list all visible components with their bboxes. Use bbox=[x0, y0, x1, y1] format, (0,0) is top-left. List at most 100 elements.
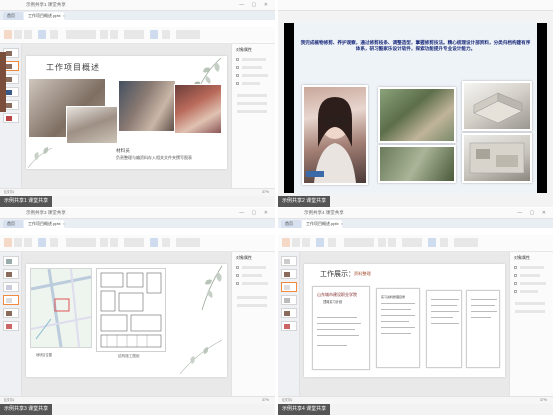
font-select[interactable] bbox=[66, 30, 96, 39]
checkbox[interactable] bbox=[514, 274, 517, 277]
slide-thumbnail[interactable] bbox=[3, 256, 19, 266]
zoom-level[interactable]: 37% bbox=[262, 190, 269, 194]
text-line bbox=[317, 317, 357, 318]
slide-thumbnail[interactable] bbox=[3, 269, 19, 279]
layout-icon[interactable] bbox=[50, 30, 58, 39]
status-bar: 幻灯片 37% bbox=[0, 188, 275, 196]
align-icon[interactable] bbox=[124, 238, 144, 247]
zoom-level[interactable]: 37% bbox=[262, 398, 269, 402]
italic-icon[interactable] bbox=[110, 238, 118, 247]
share-tile-2[interactable]: 我完成植物修剪、养护观察，通过修剪枝条、调整造型，掌握修剪技法。精心梳理设计部资… bbox=[278, 0, 553, 207]
new-slide-icon[interactable] bbox=[38, 238, 46, 247]
bold-icon[interactable] bbox=[100, 30, 108, 39]
share-tile-1[interactable]: 示例共享1 课堂共享 — ▢ ✕ 首页 工作项目概述.pptx × 工作项目概述… bbox=[0, 0, 275, 207]
copy-icon[interactable] bbox=[302, 238, 310, 247]
bold-icon[interactable] bbox=[100, 238, 108, 247]
find-icon[interactable] bbox=[176, 238, 200, 247]
checkbox[interactable] bbox=[236, 274, 239, 277]
new-slide-icon[interactable] bbox=[316, 238, 324, 247]
cut-icon[interactable] bbox=[14, 238, 22, 247]
checkbox[interactable] bbox=[514, 290, 517, 293]
document-page: 实习资料整理目录 bbox=[376, 288, 420, 368]
leaf-decoration-icon bbox=[27, 147, 53, 169]
menubar bbox=[0, 228, 275, 235]
window-controls[interactable]: — ▢ ✕ bbox=[239, 2, 271, 8]
arrange-icon[interactable] bbox=[162, 238, 170, 247]
tab-home[interactable]: 首页 bbox=[3, 220, 23, 228]
slide-thumbnail[interactable] bbox=[281, 295, 297, 305]
font-select[interactable] bbox=[66, 238, 96, 247]
shape-icon[interactable] bbox=[150, 238, 158, 247]
garden-photo bbox=[378, 145, 456, 183]
window-controls[interactable]: — ▢ ✕ bbox=[239, 210, 271, 216]
tab-document-label: 工作项目概述.pptx bbox=[306, 221, 339, 226]
arrange-icon[interactable] bbox=[440, 238, 448, 247]
paste-icon[interactable] bbox=[4, 30, 12, 39]
slide-thumbnail[interactable] bbox=[281, 321, 297, 331]
copy-icon[interactable] bbox=[24, 30, 32, 39]
checkbox[interactable] bbox=[236, 282, 239, 285]
checkbox[interactable] bbox=[514, 266, 517, 269]
floor-plan-drawing bbox=[100, 272, 162, 348]
slide-thumbnail[interactable] bbox=[3, 282, 19, 292]
slide-thumbnail[interactable] bbox=[3, 308, 19, 318]
window-controls[interactable]: — ▢ ✕ bbox=[517, 210, 549, 216]
checkbox[interactable] bbox=[236, 266, 239, 269]
tab-document[interactable]: 工作项目概述.pptx × bbox=[302, 220, 343, 228]
align-icon[interactable] bbox=[124, 30, 144, 39]
font-select[interactable] bbox=[344, 238, 374, 247]
checkbox[interactable] bbox=[236, 82, 239, 85]
slide-thumbnail-selected[interactable] bbox=[3, 295, 19, 305]
document-page bbox=[426, 290, 462, 368]
shape-icon[interactable] bbox=[428, 238, 436, 247]
zoom-level[interactable]: 37% bbox=[540, 398, 547, 402]
properties-panel: 对象属性 bbox=[231, 252, 275, 396]
checkbox[interactable] bbox=[514, 282, 517, 285]
slide-thumbnail[interactable] bbox=[281, 269, 297, 279]
checkbox[interactable] bbox=[236, 74, 239, 77]
italic-icon[interactable] bbox=[110, 30, 118, 39]
software-screenshot-2 bbox=[462, 133, 532, 183]
text-line bbox=[471, 299, 497, 300]
copy-icon[interactable] bbox=[24, 238, 32, 247]
leaf-decoration-icon bbox=[201, 265, 223, 311]
slide-thumbnail[interactable] bbox=[3, 321, 19, 331]
meeting-title-bar: 示例共享4 课堂共享 — ▢ ✕ bbox=[278, 208, 553, 224]
arrange-icon[interactable] bbox=[162, 30, 170, 39]
slide-thumbnail[interactable] bbox=[3, 113, 19, 123]
close-icon[interactable]: × bbox=[63, 221, 65, 226]
align-icon[interactable] bbox=[402, 238, 422, 247]
layout-icon[interactable] bbox=[50, 238, 58, 247]
cut-icon[interactable] bbox=[14, 30, 22, 39]
close-icon[interactable]: × bbox=[341, 221, 343, 226]
slide: 工作展示： 资料整理 山东城市建设职业学院 顶岗实习计划 实习资料整理目录 bbox=[304, 264, 505, 377]
text-line bbox=[381, 327, 415, 328]
tab-document[interactable]: 工作项目概述.pptx × bbox=[24, 220, 65, 228]
share-tile-4[interactable]: 示例共享4 课堂共享 — ▢ ✕ 首页 工作项目概述.pptx × 工作展示： … bbox=[278, 208, 553, 415]
cut-icon[interactable] bbox=[292, 238, 300, 247]
slide-thumbnail-selected[interactable] bbox=[281, 282, 297, 292]
paste-icon[interactable] bbox=[282, 238, 290, 247]
bold-icon[interactable] bbox=[378, 238, 386, 247]
property-row bbox=[242, 274, 262, 277]
tab-home[interactable]: 首页 bbox=[281, 220, 301, 228]
slide-thumbnail[interactable] bbox=[281, 256, 297, 266]
document-page-title: 实习资料整理目录 bbox=[381, 295, 406, 299]
new-slide-icon[interactable] bbox=[38, 30, 46, 39]
checkbox[interactable] bbox=[236, 58, 239, 61]
shape-icon[interactable] bbox=[150, 30, 158, 39]
find-icon[interactable] bbox=[454, 238, 478, 247]
find-icon[interactable] bbox=[176, 30, 200, 39]
slide-thumbnails bbox=[0, 252, 22, 396]
paste-icon[interactable] bbox=[4, 238, 12, 247]
close-icon[interactable]: × bbox=[63, 13, 65, 18]
fullscreen-slide: 我完成植物修剪、养护观察，通过修剪枝条、调整造型，掌握修剪技法。精心梳理设计部资… bbox=[284, 23, 547, 193]
tab-home[interactable]: 首页 bbox=[3, 12, 23, 20]
slide-headline: 我完成植物修剪、养护观察，通过修剪枝条、调整造型，掌握修剪技法。精心梳理设计部资… bbox=[300, 40, 531, 52]
layout-icon[interactable] bbox=[328, 238, 336, 247]
share-tile-3[interactable]: 示例共享3 课堂共享 — ▢ ✕ 首页 工作项目概述.pptx × 地块区位图 … bbox=[0, 208, 275, 415]
slide-thumbnail[interactable] bbox=[281, 308, 297, 318]
italic-icon[interactable] bbox=[388, 238, 396, 247]
checkbox[interactable] bbox=[236, 66, 239, 69]
tab-document[interactable]: 工作项目概述.pptx × bbox=[24, 12, 65, 20]
